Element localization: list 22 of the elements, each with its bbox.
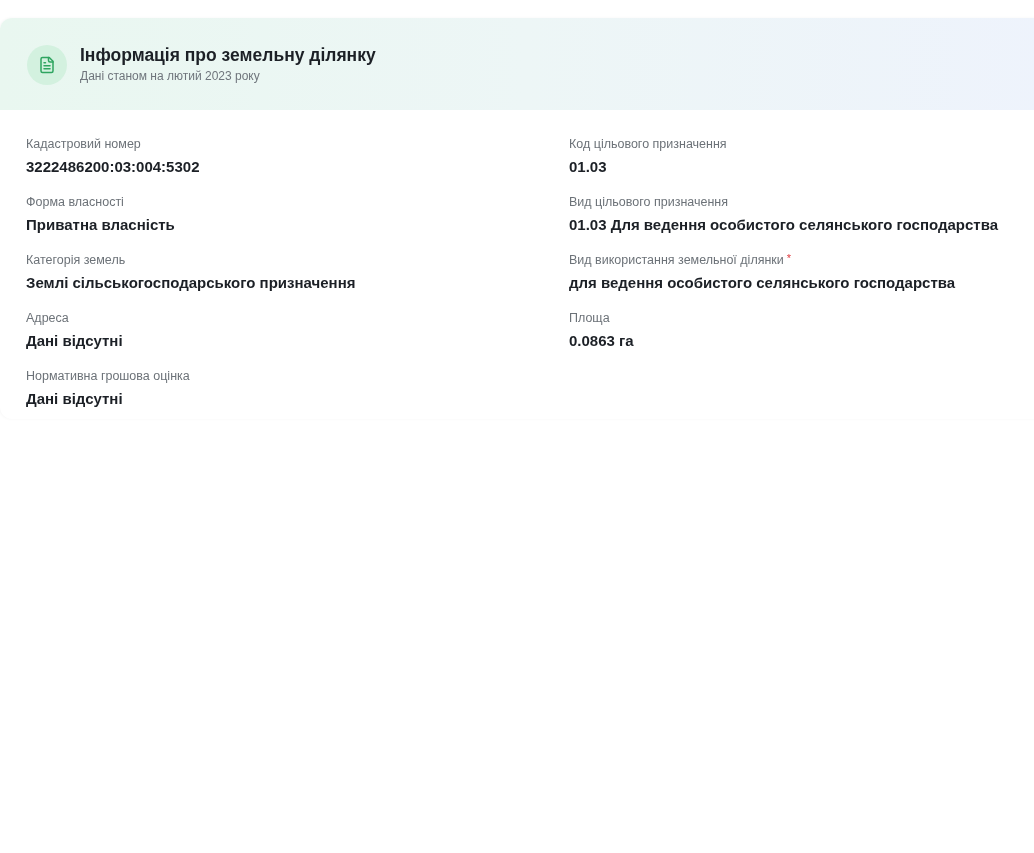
field-label: Адреса (26, 311, 69, 325)
field-label: Вид використання земельної ділянки (569, 253, 784, 267)
field-label: Кадастровий номер (26, 137, 141, 151)
field-value: для ведення особистого селянського господарства (569, 274, 956, 291)
field-label: Форма власності (26, 195, 124, 209)
card-subtitle: Дані станом на лютий 2023 року (80, 69, 260, 83)
field-label: Площа (569, 311, 610, 325)
field-value: Дані відсутні (26, 332, 123, 349)
field-label: Вид цільового призначення (569, 195, 728, 209)
required-mark: * (786, 253, 792, 264)
field-value: 0.0863 га (569, 332, 634, 349)
field-value: Приватна власність (26, 216, 175, 233)
field-label: Категорія земель (26, 253, 126, 267)
card-title: Інформація про земельну ділянку (80, 45, 376, 66)
field-value: 01.03 Для ведення особистого селянського господарства (569, 216, 998, 233)
field-label: Нормативна грошова оцінка (26, 369, 190, 383)
field-label: Код цільового призначення (569, 137, 727, 151)
field-value: Землі сільськогосподарського призначення (26, 274, 356, 291)
document-icon (27, 45, 67, 85)
field-value: 01.03 (569, 158, 607, 175)
field-value: 3222486200:03:004:5302 (26, 158, 200, 175)
field-value: Дані відсутні (26, 390, 123, 407)
